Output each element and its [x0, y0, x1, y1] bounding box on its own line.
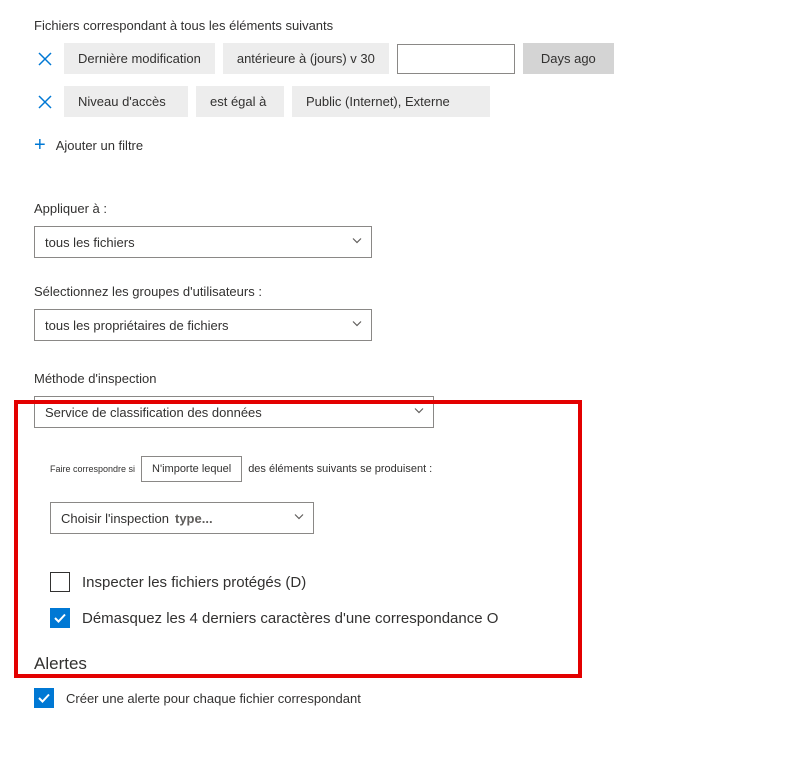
chevron-down-icon — [351, 318, 363, 333]
apply-label: Appliquer à : — [34, 201, 751, 216]
remove-filter-2[interactable] — [34, 91, 56, 113]
inspect-protected-label: Inspecter les fichiers protégés (D) — [82, 574, 306, 591]
unmask-last4-label: Démasquez les 4 derniers caractères d'un… — [82, 610, 498, 627]
check-icon — [53, 611, 67, 625]
plus-icon: + — [34, 135, 46, 155]
match-suffix: des éléments suivants se produisent : — [248, 463, 432, 475]
inspection-label: Méthode d'inspection — [34, 371, 751, 386]
remove-filter-1[interactable] — [34, 48, 56, 70]
add-filter-button[interactable]: + Ajouter un filtre — [34, 135, 751, 155]
unmask-last4-checkbox[interactable] — [50, 608, 70, 628]
inspection-type-prefix: Choisir l'inspection — [61, 511, 169, 526]
inspection-method-select[interactable]: Service de classification des données — [34, 396, 434, 428]
groups-select[interactable]: tous les propriétaires de fichiers — [34, 309, 372, 341]
filter-row-1: Dernière modification antérieure à (jour… — [34, 43, 751, 74]
inspect-protected-checkbox[interactable] — [50, 572, 70, 592]
match-condition-row: Faire correspondre si N'importe lequel d… — [50, 456, 751, 482]
groups-label: Sélectionnez les groupes d'utilisateurs … — [34, 284, 751, 299]
check-icon — [37, 691, 51, 705]
inspection-type-select[interactable]: Choisir l'inspection type... — [50, 502, 314, 534]
close-icon — [38, 95, 52, 109]
filter-unit-1[interactable]: Days ago — [523, 43, 614, 74]
match-any-select[interactable]: N'importe lequel — [141, 456, 242, 482]
chevron-down-icon — [351, 235, 363, 250]
filter-row-2: Niveau d'accès est égal à Public (Intern… — [34, 86, 751, 117]
filter-op-1[interactable]: antérieure à (jours) v 30 — [223, 43, 389, 74]
match-prefix: Faire correspondre si — [50, 464, 135, 474]
create-alert-checkbox[interactable] — [34, 688, 54, 708]
filter-op-2[interactable]: est égal à — [196, 86, 284, 117]
inspection-method-value: Service de classification des données — [45, 405, 262, 420]
add-filter-label: Ajouter un filtre — [56, 138, 143, 153]
inspection-type-value: type... — [175, 511, 213, 526]
filter-field-1[interactable]: Dernière modification — [64, 43, 215, 74]
groups-value: tous les propriétaires de fichiers — [45, 318, 229, 333]
filter-field-2[interactable]: Niveau d'accès — [64, 86, 188, 117]
close-icon — [38, 52, 52, 66]
filters-heading: Fichiers correspondant à tous les élémen… — [34, 18, 751, 33]
chevron-down-icon — [293, 511, 305, 526]
create-alert-label: Créer une alerte pour chaque fichier cor… — [66, 691, 361, 706]
chevron-down-icon — [413, 405, 425, 420]
apply-select[interactable]: tous les fichiers — [34, 226, 372, 258]
alerts-heading: Alertes — [34, 654, 751, 674]
filter-value-2[interactable]: Public (Internet), Externe — [292, 86, 490, 117]
filter-value-input-1[interactable] — [397, 44, 515, 74]
apply-value: tous les fichiers — [45, 235, 135, 250]
